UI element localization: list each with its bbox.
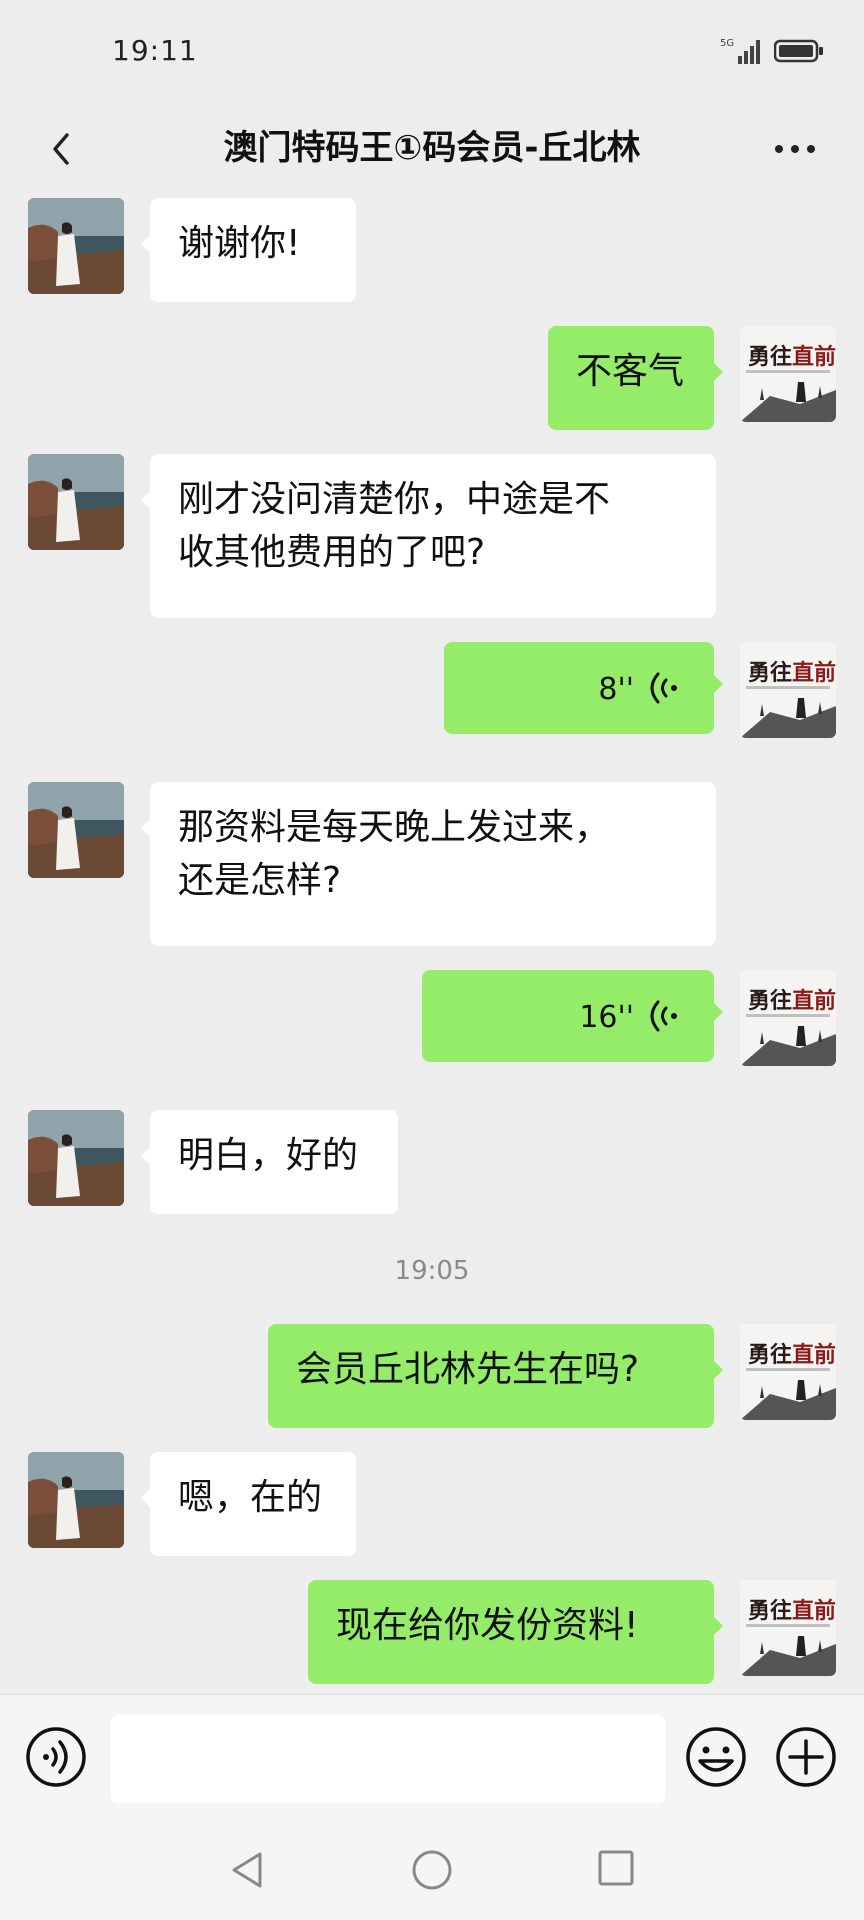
message-text-line: 刚才没问清楚你，中途是不 <box>178 479 611 520</box>
message-bubble-incoming[interactable]: 那资料是每天晚上发过来， 还是怎样? <box>150 782 716 946</box>
bubble-tail <box>713 1002 723 1022</box>
self-avatar[interactable] <box>740 1580 836 1676</box>
contact-avatar[interactable] <box>28 198 124 294</box>
chat-header: 澳门特码王①码会员-丘北林 <box>0 100 864 200</box>
chat-title: 澳门特码王①码会员-丘北林 <box>223 128 641 168</box>
bubble-tail <box>713 362 723 382</box>
nav-home-icon[interactable] <box>410 1848 454 1892</box>
message-input[interactable] <box>110 1715 666 1803</box>
back-arrow-icon <box>53 133 69 165</box>
battery-icon <box>774 39 823 63</box>
status-bar: 19:11 5G <box>0 0 864 100</box>
message-text-line: 还是怎样? <box>178 859 342 901</box>
message-text: 会员丘北林先生在吗? <box>296 1349 640 1390</box>
contact-avatar[interactable] <box>28 1110 124 1206</box>
bubble-tail <box>713 674 723 694</box>
more-icon <box>775 145 815 153</box>
message-text-line: 那资料是每天晚上发过来， <box>178 807 611 848</box>
message-text: 嗯，在的 <box>178 1477 323 1518</box>
message-text: 不客气 <box>576 351 685 392</box>
message-text-line: 收其他费用的了吧? <box>178 531 486 573</box>
status-time: 19:11 <box>112 34 198 67</box>
self-avatar[interactable] <box>740 642 836 738</box>
message-bubble-incoming[interactable]: 刚才没问清楚你，中途是不 收其他费用的了吧? <box>150 454 716 618</box>
message-bubble-outgoing[interactable]: 现在给你发份资料! <box>308 1580 714 1684</box>
voice-duration: 8'' <box>598 672 634 707</box>
message-text: 谢谢你! <box>178 223 301 264</box>
nav-recent-icon[interactable] <box>596 1848 636 1888</box>
contact-avatar[interactable] <box>28 782 124 878</box>
voice-duration: 16'' <box>579 1000 634 1035</box>
emoji-icon[interactable] <box>684 1725 748 1789</box>
voice-message-bubble[interactable]: 8'' <box>444 642 714 734</box>
message-bubble-incoming[interactable]: 明白，好的 <box>150 1110 398 1214</box>
message-text: 明白，好的 <box>178 1135 359 1176</box>
chat-timestamp: 19:05 <box>394 1256 470 1286</box>
plus-icon[interactable] <box>774 1725 838 1789</box>
message-bubble-outgoing[interactable]: 会员丘北林先生在吗? <box>268 1324 714 1428</box>
message-bubble-incoming[interactable]: 嗯，在的 <box>150 1452 356 1556</box>
bubble-tail <box>713 1360 723 1380</box>
system-navigation-bar <box>0 1822 864 1920</box>
signal-icon: 5G <box>720 38 760 64</box>
more-button[interactable] <box>760 114 830 184</box>
message-bubble-outgoing[interactable]: 不客气 <box>548 326 714 430</box>
message-text: 现在给你发份资料! <box>336 1605 639 1646</box>
nav-back-icon[interactable] <box>226 1848 270 1892</box>
contact-avatar[interactable] <box>28 1452 124 1548</box>
message-bubble-incoming[interactable]: 谢谢你! <box>150 198 356 302</box>
voice-toggle-icon[interactable] <box>24 1725 88 1789</box>
voice-message-bubble[interactable]: 16'' <box>422 970 714 1062</box>
self-avatar[interactable] <box>740 326 836 422</box>
input-bar <box>0 1694 864 1823</box>
bubble-tail <box>713 1616 723 1636</box>
back-button[interactable] <box>26 114 96 184</box>
voice-wave-icon <box>650 672 677 704</box>
contact-avatar[interactable] <box>28 454 124 550</box>
self-avatar[interactable] <box>740 970 836 1066</box>
svg-text:5G: 5G <box>720 38 734 49</box>
voice-wave-icon <box>650 1000 677 1032</box>
self-avatar[interactable] <box>740 1324 836 1420</box>
